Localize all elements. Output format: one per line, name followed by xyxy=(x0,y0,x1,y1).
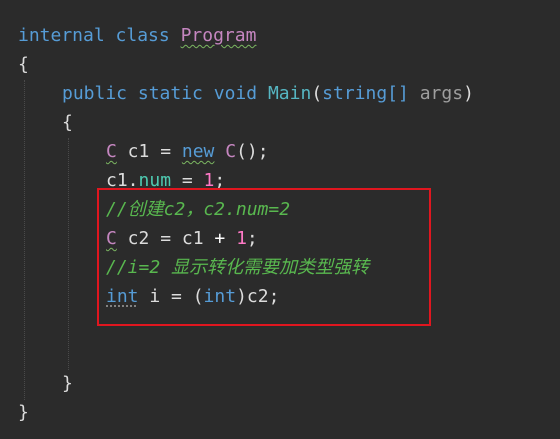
class-name-program[interactable]: Program xyxy=(181,25,257,46)
code-line-2[interactable]: { xyxy=(18,50,29,79)
code-line-5[interactable]: C c1 = new C(); xyxy=(106,137,269,166)
code-line-4[interactable]: { xyxy=(62,108,73,137)
param-type: string[] xyxy=(322,83,409,104)
method-name-main[interactable]: Main xyxy=(268,83,311,104)
indent-guide xyxy=(24,80,25,400)
keyword-class: class xyxy=(115,25,170,46)
keyword-void: void xyxy=(213,83,258,104)
code-text: (); xyxy=(236,141,269,162)
code-text: c1 = xyxy=(116,141,182,162)
type-c[interactable]: C xyxy=(106,141,117,162)
constructor-c: C xyxy=(225,141,237,162)
keyword-internal: internal xyxy=(18,25,105,46)
highlight-box xyxy=(97,188,431,326)
paren-close: ) xyxy=(463,83,474,104)
indent-guide xyxy=(68,138,69,370)
paren-open: ( xyxy=(311,83,323,104)
keyword-static: static xyxy=(137,83,203,104)
close-brace: } xyxy=(18,402,29,423)
open-brace: { xyxy=(62,112,73,133)
param-args: args xyxy=(419,83,464,104)
code-line-1[interactable]: internal class Program xyxy=(18,21,256,50)
close-brace: } xyxy=(62,373,73,394)
open-brace: { xyxy=(18,54,29,75)
code-editor[interactable]: internal class Program { public static v… xyxy=(0,0,560,439)
code-line-14[interactable]: } xyxy=(18,398,29,427)
code-line-13[interactable]: } xyxy=(62,369,73,398)
keyword-new[interactable]: new xyxy=(182,141,215,162)
code-line-3[interactable]: public static void Main(string[] args) xyxy=(62,79,474,108)
keyword-public: public xyxy=(62,83,128,104)
